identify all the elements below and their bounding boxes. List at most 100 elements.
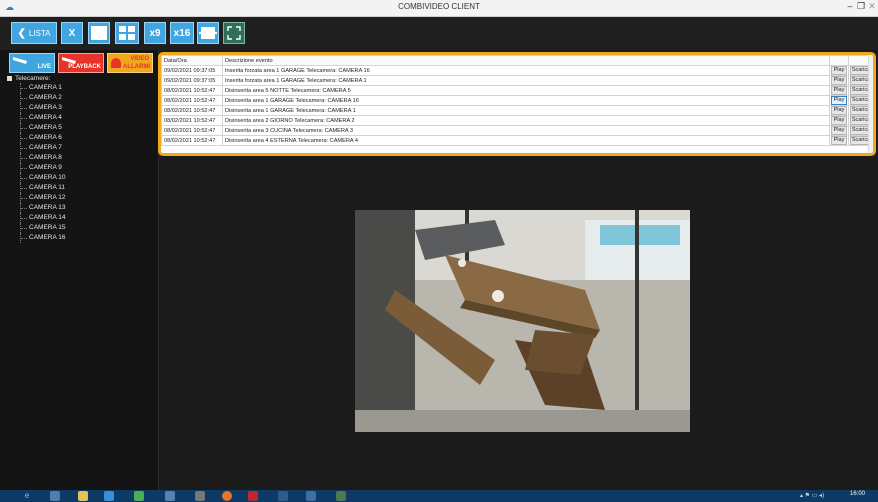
play-button[interactable]: Play <box>831 76 847 85</box>
tree-camera-item[interactable]: CAMERA 7 <box>7 143 66 153</box>
events-scrollbar[interactable] <box>868 55 873 153</box>
playback-label: PLAYBACK <box>68 64 101 70</box>
app-icon[interactable] <box>134 491 144 501</box>
browser-icon[interactable] <box>222 491 232 501</box>
camera-tree: Telecamere: CAMERA 1 CAMERA 2 CAMERA 3 C… <box>7 74 66 243</box>
table-row[interactable]: 08/02/2021 10:52:47 Disinserita area 5 N… <box>161 85 873 96</box>
camera-feed-image <box>355 210 690 432</box>
app-icon[interactable] <box>336 491 346 501</box>
event-datetime: 08/02/2021 10:52:47 <box>161 85 223 96</box>
panel-icon <box>199 27 217 39</box>
tree-camera-item[interactable]: CAMERA 4 <box>7 113 66 123</box>
close-window-button[interactable]: ✕ <box>866 1 878 12</box>
title-bar: ☁ COMBIVIDEO CLIENT – ❐ ✕ <box>0 0 878 17</box>
play-button[interactable]: Play <box>831 116 847 125</box>
tree-camera-item[interactable]: CAMERA 12 <box>7 193 66 203</box>
table-row[interactable]: 08/02/2021 10:52:47 Disinserita area 1 G… <box>161 105 873 116</box>
toolbar: ❮ LISTA X x9 x16 <box>0 17 878 50</box>
video-allarmi-label-1: VIDEO <box>130 56 149 62</box>
events-header-row: Data/Ora Descrizione evento <box>161 55 873 66</box>
alarm-bell-icon <box>111 58 121 68</box>
clock[interactable]: 16:00 <box>850 491 865 497</box>
folder-icon[interactable] <box>78 491 88 501</box>
event-datetime: 08/02/2021 10:52:47 <box>161 105 223 116</box>
tree-camera-item[interactable]: CAMERA 16 <box>7 233 66 243</box>
play-button[interactable]: Play <box>831 66 847 75</box>
column-header-description[interactable]: Descrizione evento <box>222 55 830 66</box>
app-icon[interactable] <box>50 491 60 501</box>
live-label: LIVE <box>37 64 51 70</box>
video-allarmi-button[interactable]: VIDEO ALLARMI <box>107 53 153 73</box>
tree-camera-item[interactable]: CAMERA 1 <box>7 83 66 93</box>
app-icon[interactable] <box>165 491 175 501</box>
window-title: COMBIVIDEO CLIENT <box>398 2 480 11</box>
tree-camera-item[interactable]: CAMERA 9 <box>7 163 66 173</box>
event-description: Disinserita area 5 NOTTE Telecamera: CAM… <box>222 85 830 96</box>
tree-camera-item[interactable]: CAMERA 2 <box>7 93 66 103</box>
play-button[interactable]: Play <box>831 86 847 95</box>
tree-camera-item[interactable]: CAMERA 11 <box>7 183 66 193</box>
event-description: Disinserita area 2 GIORNO Telecamera: CA… <box>222 115 830 126</box>
tree-camera-item[interactable]: CAMERA 3 <box>7 103 66 113</box>
close-view-button[interactable]: X <box>61 22 83 44</box>
tree-root[interactable]: Telecamere: <box>7 74 66 83</box>
tree-camera-item[interactable]: CAMERA 8 <box>7 153 66 163</box>
table-row[interactable]: 08/02/2021 10:52:47 Disinserita area 3 C… <box>161 125 873 136</box>
filezilla-icon[interactable] <box>248 491 258 501</box>
app-icon[interactable] <box>278 491 288 501</box>
single-grid-icon <box>91 26 107 40</box>
app-icon[interactable] <box>104 491 114 501</box>
event-datetime: 08/02/2021 10:52:47 <box>161 125 223 136</box>
lista-button[interactable]: ❮ LISTA <box>11 22 57 44</box>
event-description: Disinserita area 1 GARAGE Telecamera: CA… <box>222 95 830 106</box>
tree-camera-item[interactable]: CAMERA 14 <box>7 213 66 223</box>
live-button[interactable]: LIVE <box>9 53 55 73</box>
events-table: Data/Ora Descrizione evento 09/02/2021 0… <box>161 55 873 146</box>
table-row[interactable]: 09/02/2021 09:37:05 Inserita forzata are… <box>161 75 873 86</box>
taskbar: e ▴ ⚑ ▭ ◂) 16:00 <box>0 490 878 502</box>
camera-icon <box>13 57 27 64</box>
event-datetime: 09/02/2021 09:37:05 <box>161 65 223 76</box>
combivideo-icon[interactable] <box>306 491 316 501</box>
events-panel: Data/Ora Descrizione evento 09/02/2021 0… <box>158 52 876 156</box>
play-button[interactable]: Play <box>831 96 847 105</box>
event-description: Disinserita area 4 ESTERNA Telecamera: C… <box>222 135 830 146</box>
tree-camera-item[interactable]: CAMERA 13 <box>7 203 66 213</box>
video-feed[interactable] <box>355 210 690 432</box>
event-datetime: 08/02/2021 10:52:47 <box>161 95 223 106</box>
tray-icons[interactable]: ▴ ⚑ ▭ ◂) <box>800 492 824 499</box>
column-header-play <box>829 55 849 66</box>
table-row[interactable]: 08/02/2021 10:52:47 Disinserita area 4 E… <box>161 135 873 146</box>
fullscreen-button[interactable] <box>223 22 245 44</box>
quad-view-button[interactable] <box>115 22 139 44</box>
column-header-datetime[interactable]: Data/Ora <box>161 55 223 66</box>
playback-button[interactable]: PLAYBACK <box>58 53 104 73</box>
tree-camera-item[interactable]: CAMERA 10 <box>7 173 66 183</box>
event-datetime: 08/02/2021 10:52:47 <box>161 115 223 126</box>
tree-camera-item[interactable]: CAMERA 5 <box>7 123 66 133</box>
event-description: Inserita forzata area 1 GARAGE Telecamer… <box>222 75 830 86</box>
event-description: Disinserita area 1 GARAGE Telecamera: CA… <box>222 105 830 116</box>
panel-toggle-button[interactable] <box>197 22 219 44</box>
grid-x16-button[interactable]: x16 <box>170 22 194 44</box>
event-datetime: 09/02/2021 09:37:05 <box>161 75 223 86</box>
play-button[interactable]: Play <box>831 126 847 135</box>
tree-camera-item[interactable]: CAMERA 15 <box>7 223 66 233</box>
tree-camera-item[interactable]: CAMERA 6 <box>7 133 66 143</box>
collapse-icon <box>7 75 12 81</box>
grid-x9-button[interactable]: x9 <box>144 22 166 44</box>
single-view-button[interactable] <box>88 22 110 44</box>
table-row[interactable]: 08/02/2021 10:52:47 Disinserita area 2 G… <box>161 115 873 126</box>
event-description: Inserita forzata area 1 GARAGE Telecamer… <box>222 65 830 76</box>
play-button[interactable]: Play <box>831 136 847 145</box>
app-icon[interactable] <box>195 491 205 501</box>
lista-label: LISTA <box>28 28 51 38</box>
fullscreen-icon <box>227 26 241 40</box>
quad-grid-icon <box>119 26 135 40</box>
play-button[interactable]: Play <box>831 106 847 115</box>
table-row[interactable]: 09/02/2021 09:37:05 Inserita forzata are… <box>161 65 873 76</box>
table-row[interactable]: 08/02/2021 10:52:47 Disinserita area 1 G… <box>161 95 873 106</box>
tree-root-label: Telecamere: <box>15 75 51 82</box>
ie-icon[interactable]: e <box>22 491 32 501</box>
event-datetime: 08/02/2021 10:52:47 <box>161 135 223 146</box>
